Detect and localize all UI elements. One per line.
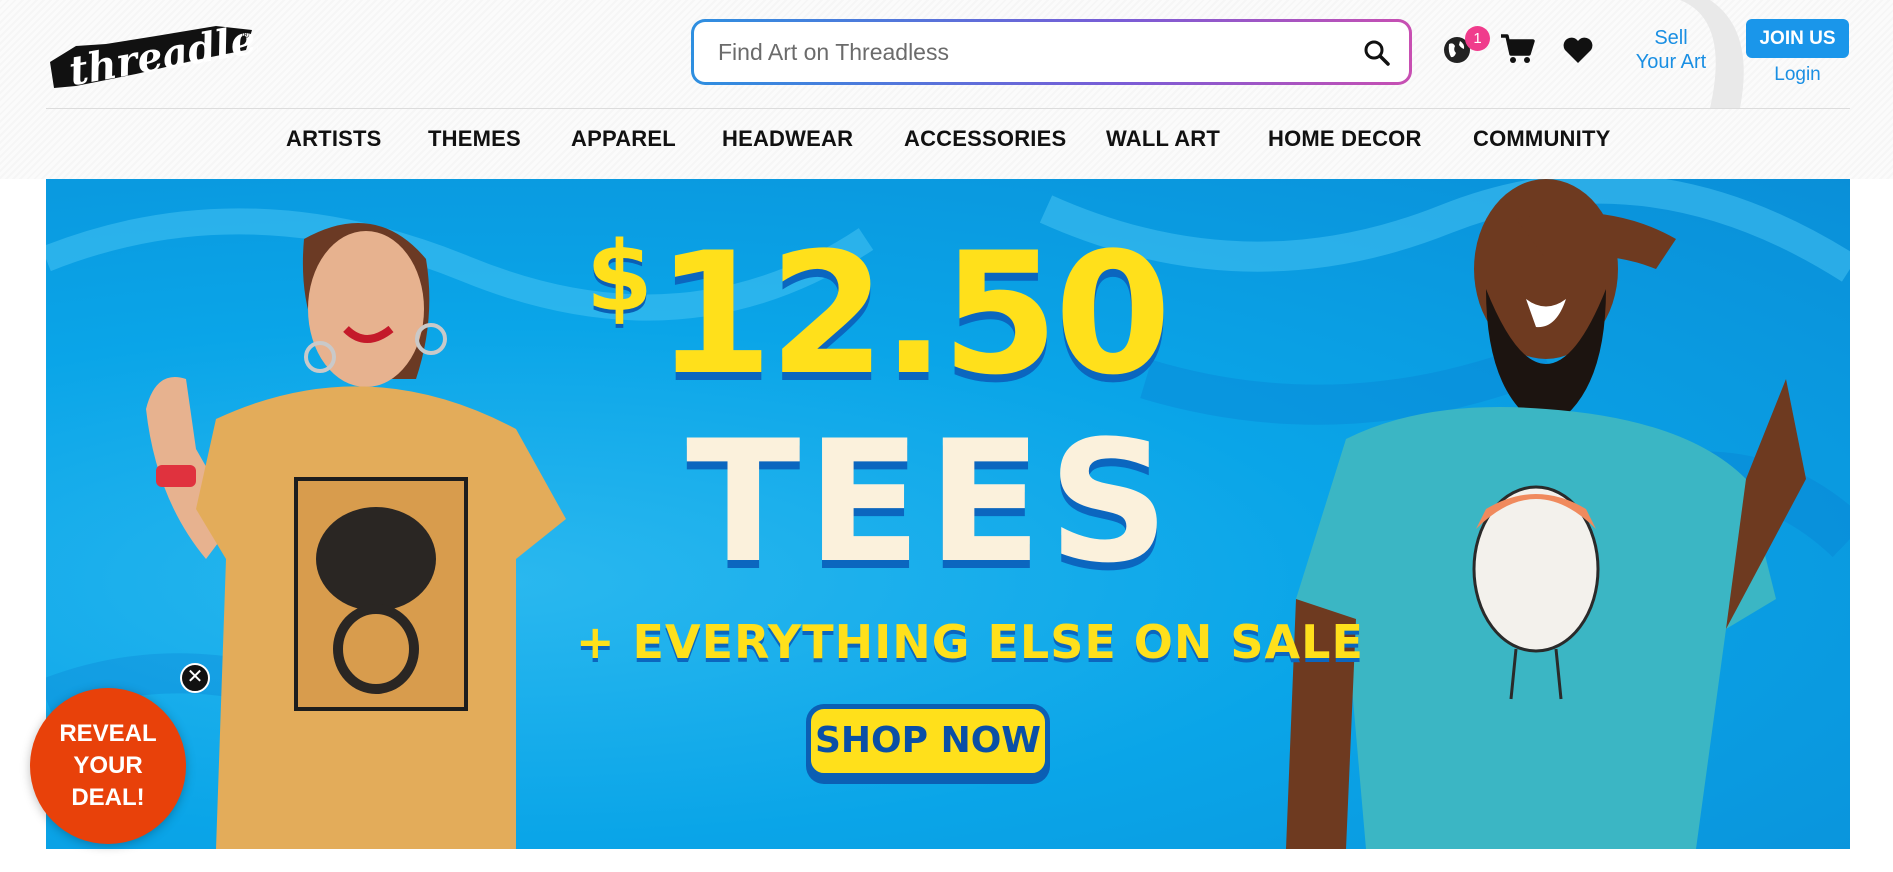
sell-your-art-link[interactable]: Sell Your Art	[1620, 26, 1722, 74]
search-input[interactable]	[718, 22, 1318, 82]
sale-subheadline: + EVERYTHING ELSE ON SALE	[576, 615, 1364, 669]
site-header: threadless ® 1 Sell Your Art JOIN US Log…	[0, 0, 1893, 179]
search-box	[694, 22, 1409, 82]
sell-link-line1: Sell	[1654, 27, 1688, 49]
nav-item-artists[interactable]: ARTISTS	[286, 126, 382, 152]
reveal-line-2: YOUR	[73, 752, 143, 779]
reveal-line-3: DEAL!	[71, 784, 145, 811]
price-headline: 12.50	[656, 216, 1171, 412]
price-dollar-sign: $	[586, 221, 653, 333]
login-link[interactable]: Login	[1746, 64, 1849, 86]
join-us-button[interactable]: JOIN US	[1746, 19, 1849, 58]
search-bar	[691, 19, 1412, 85]
close-icon[interactable]: ✕	[180, 663, 210, 693]
nav-item-accessories[interactable]: ACCESSORIES	[904, 126, 1066, 152]
reveal-deal-button[interactable]: REVEAL YOUR DEAL!	[30, 688, 186, 844]
nav-item-headwear[interactable]: HEADWEAR	[722, 126, 853, 152]
nav-item-community[interactable]: COMMUNITY	[1473, 126, 1610, 152]
model-right	[1286, 179, 1806, 849]
heart-icon[interactable]	[1562, 35, 1594, 65]
search-icon[interactable]	[1363, 39, 1391, 67]
nav-item-themes[interactable]: THEMES	[428, 126, 521, 152]
reveal-line-1: REVEAL	[59, 720, 157, 747]
svg-text:threadless: threadless	[66, 16, 258, 90]
notification-badge: 1	[1465, 26, 1490, 51]
nav-item-wall-art[interactable]: WALL ART	[1106, 126, 1220, 152]
svg-text:®: ®	[242, 30, 250, 41]
nav-item-home-decor[interactable]: HOME DECOR	[1268, 126, 1422, 152]
sell-link-line2: Your Art	[1635, 51, 1707, 73]
model-left	[146, 223, 566, 849]
nav-item-apparel[interactable]: APPAREL	[571, 126, 676, 152]
threadless-logo[interactable]: threadless ®	[46, 16, 258, 90]
cart-icon[interactable]	[1500, 33, 1536, 65]
shop-now-button[interactable]: SHOP NOW	[806, 704, 1050, 778]
main-nav: ARTISTS THEMES APPAREL HEADWEAR ACCESSOR…	[0, 126, 1893, 160]
header-divider	[46, 108, 1850, 109]
product-headline: TEES	[686, 404, 1176, 600]
hero-banner[interactable]: $ 12.50 TEES + EVERYTHING ELSE ON SALE S…	[46, 179, 1850, 849]
